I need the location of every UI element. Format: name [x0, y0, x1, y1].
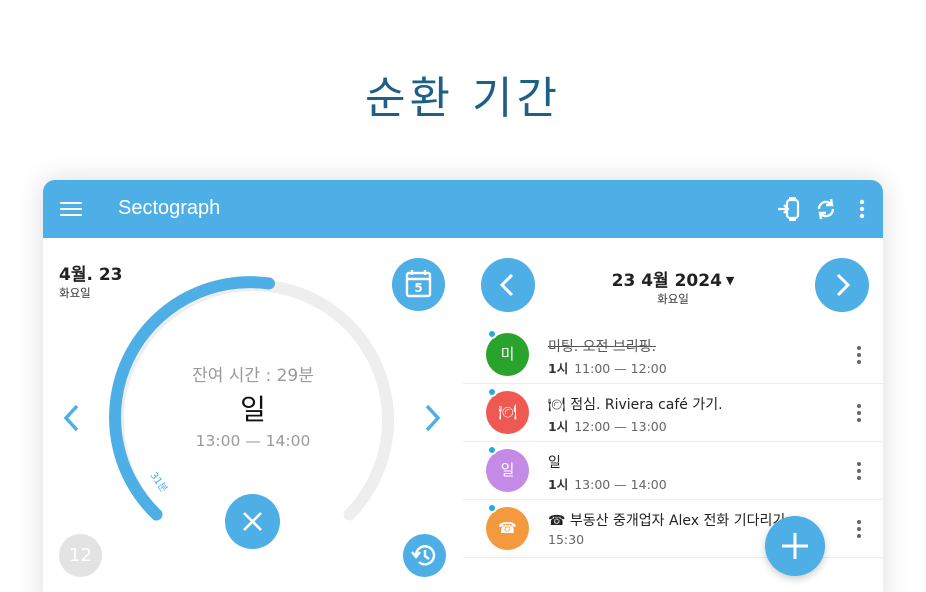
task-time: 1시 12:00 — 13:00 [548, 419, 667, 434]
task-row[interactable]: 미 미팅. 오전 브리핑. 1시 11:00 — 12:00 [463, 326, 883, 384]
chevron-left-icon [499, 273, 514, 297]
task-row[interactable]: 🍽 🍽 점심. Riviera café 가기. 1시 12:00 — 13:00 [463, 384, 883, 442]
date-selector[interactable]: 23 4월 2024 ▼ [533, 266, 813, 291]
task-name: 🍽 점심. Riviera café 가기. [548, 397, 723, 413]
next-task-icon[interactable] [420, 401, 444, 435]
task-avatar: 🍽 [486, 391, 529, 434]
agenda-weekday: 화요일 [657, 292, 689, 306]
current-weekday: 화요일 [59, 286, 91, 300]
clock-panel: 31분 4월. 23 화요일 5 잔여 시간 : 29분 일 13:00 — 1… [43, 238, 463, 592]
task-name: 일 [548, 455, 561, 471]
task-duration: 1시 [548, 419, 569, 434]
notification-dot [487, 387, 497, 397]
task-more-icon[interactable] [853, 460, 865, 482]
page-headline: 순환 기간 [365, 73, 561, 124]
app-title: Sectograph [118, 197, 221, 219]
app-window: Sectograph 31분 4월. 23 화요일 5 잔여 시간: 29분 … [43, 180, 883, 592]
menu-icon[interactable] [60, 198, 82, 220]
current-task-time: 13:00 — 14:00 [195, 432, 311, 450]
prev-task-icon[interactable] [60, 401, 84, 435]
next-day-button[interactable] [815, 258, 869, 312]
current-task-name: 일 [240, 393, 266, 426]
more-vert-icon[interactable] [847, 194, 877, 224]
task-avatar: 미 [486, 333, 529, 376]
task-avatar: 일 [486, 449, 529, 492]
task-duration: 1시 [548, 361, 569, 376]
task-time: 15:30 [548, 532, 585, 547]
task-avatar: ☎ [486, 507, 529, 550]
close-icon [243, 512, 262, 531]
caret-down-icon: ▼ [725, 274, 735, 287]
agenda-date: 23 4월 2024 [611, 271, 722, 291]
task-name: 미팅. 오전 브리핑. [548, 339, 656, 355]
hour-badge: 12 [59, 534, 102, 577]
app-bar: Sectograph [43, 180, 883, 238]
add-task-button[interactable] [765, 516, 825, 576]
task-duration: 1시 [548, 477, 569, 492]
task-row[interactable]: 일 일 1시 13:00 — 14:00 [463, 442, 883, 500]
prev-day-button[interactable] [481, 258, 535, 312]
plus-icon [782, 533, 808, 559]
notification-dot [487, 329, 497, 339]
watch-sync-icon[interactable] [775, 194, 805, 224]
current-date: 4월. 23 [59, 265, 123, 285]
cancel-task-button[interactable] [225, 494, 280, 549]
notification-dot [487, 445, 497, 455]
history-icon [411, 545, 436, 566]
history-button[interactable] [403, 534, 446, 577]
calendar-button[interactable]: 5 [392, 258, 445, 311]
calendar-icon: 5 [405, 270, 432, 298]
elapsed-label: 31분 [148, 470, 170, 495]
task-time: 1시 11:00 — 12:00 [548, 361, 667, 376]
task-more-icon[interactable] [853, 344, 865, 366]
task-more-icon[interactable] [853, 402, 865, 424]
task-time: 1시 13:00 — 14:00 [548, 477, 667, 492]
task-more-icon[interactable] [853, 518, 865, 540]
sync-icon[interactable] [811, 194, 841, 224]
svg-text:5: 5 [414, 281, 422, 295]
task-name: ☎ 부동산 중개업자 Alex 전화 기다리기 [548, 513, 786, 529]
chevron-right-icon [836, 273, 851, 297]
notification-dot [487, 503, 497, 513]
remaining-time: 잔여 시간 : 29분 [192, 366, 314, 386]
